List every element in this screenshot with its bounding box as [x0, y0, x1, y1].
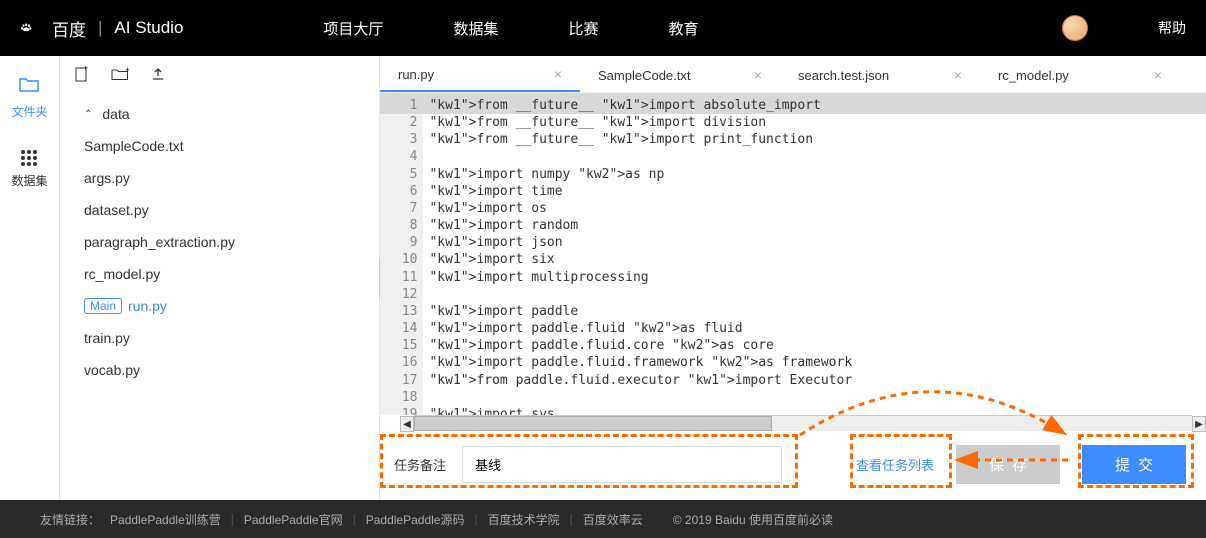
- nav-links: 项目大厅 数据集 比赛 教育: [323, 18, 698, 39]
- file-item-active[interactable]: Main run.py: [78, 290, 369, 322]
- file-item[interactable]: dataset.py: [78, 194, 369, 226]
- code-area[interactable]: 1 2 3 4 5 6 7 8 9 10 11 12 13 14 15 16 1…: [380, 93, 1206, 415]
- footer-link[interactable]: 百度技术学院: [488, 511, 560, 528]
- footer-link[interactable]: PaddlePaddle官网: [244, 511, 343, 528]
- footer-link[interactable]: PaddlePaddle源码: [366, 511, 465, 528]
- editor: ◀ run.py× SampleCode.txt× search.test.js…: [380, 56, 1206, 500]
- avatar[interactable]: [1062, 15, 1088, 41]
- file-item[interactable]: paragraph_extraction.py: [78, 226, 369, 258]
- rail-files-label: 文件夹: [11, 103, 47, 120]
- upload-icon[interactable]: [151, 67, 165, 85]
- file-item[interactable]: SampleCode.txt: [78, 130, 369, 162]
- footer: 友情链接： PaddlePaddle训练营| PaddlePaddle官网| P…: [0, 500, 1206, 538]
- nav-link-education[interactable]: 教育: [668, 18, 698, 39]
- brand-studio-text: AI Studio: [114, 18, 183, 38]
- new-folder-icon[interactable]: +: [111, 67, 129, 85]
- main-badge: Main: [84, 298, 122, 314]
- file-item[interactable]: vocab.py: [78, 354, 369, 386]
- close-icon[interactable]: ×: [754, 67, 762, 83]
- scroll-thumb[interactable]: [414, 416, 772, 431]
- close-icon[interactable]: ×: [1154, 67, 1162, 83]
- save-button[interactable]: 保存: [956, 445, 1060, 484]
- main-area: 文件夹 数据集 + + ⌃ data SampleCode.txt args: [0, 56, 1206, 500]
- close-icon[interactable]: ×: [554, 66, 562, 82]
- help-link[interactable]: 帮助: [1158, 18, 1186, 38]
- file-toolbar: + +: [60, 56, 379, 92]
- task-bar: 任务备注 查看任务列表 保存 提交: [380, 431, 1206, 500]
- tab-search-json[interactable]: search.test.json×: [780, 56, 980, 92]
- rail-datasets-label: 数据集: [11, 172, 47, 189]
- root-label: data: [102, 106, 129, 122]
- scroll-right-arrow[interactable]: ▶: [1192, 416, 1206, 432]
- scroll-left-arrow[interactable]: ◀: [400, 416, 414, 432]
- tab-samplecode[interactable]: SampleCode.txt×: [580, 56, 780, 92]
- file-tree: ⌃ data SampleCode.txt args.py dataset.py…: [60, 92, 379, 392]
- tab-run-py[interactable]: run.py×: [380, 56, 580, 92]
- rail-files[interactable]: 文件夹: [11, 76, 47, 120]
- footer-prefix: 友情链接：: [40, 511, 100, 528]
- chevron-down-icon: ⌃: [84, 109, 92, 120]
- folder-icon: [19, 76, 39, 97]
- view-tasks-link[interactable]: 查看任务列表: [856, 455, 934, 474]
- editor-tabs: run.py× SampleCode.txt× search.test.json…: [380, 56, 1206, 93]
- task-remark-label: 任务备注: [394, 455, 452, 474]
- file-panel: + + ⌃ data SampleCode.txt args.py datase…: [60, 56, 380, 500]
- top-nav: 百度 | AI Studio 项目大厅 数据集 比赛 教育 帮助: [0, 0, 1206, 56]
- grid-icon: [21, 150, 37, 166]
- code-body[interactable]: "kw1">from __future__ "kw1">import absol…: [423, 93, 1206, 415]
- brand[interactable]: 百度 | AI Studio: [20, 15, 183, 41]
- submit-button[interactable]: 提交: [1082, 445, 1186, 484]
- nav-link-datasets[interactable]: 数据集: [453, 18, 498, 39]
- new-file-icon[interactable]: +: [75, 66, 89, 86]
- footer-link[interactable]: PaddlePaddle训练营: [110, 511, 221, 528]
- rail-datasets[interactable]: 数据集: [11, 150, 47, 189]
- nav-link-projects[interactable]: 项目大厅: [323, 18, 383, 39]
- file-item[interactable]: args.py: [78, 162, 369, 194]
- baidu-logo-icon: [20, 15, 44, 41]
- brand-baidu-text: 百度: [52, 16, 86, 41]
- file-item[interactable]: train.py: [78, 322, 369, 354]
- nav-link-competitions[interactable]: 比赛: [568, 18, 598, 39]
- horizontal-scrollbar[interactable]: ◀ ▶: [414, 415, 1192, 431]
- svg-text:+: +: [83, 66, 88, 73]
- line-gutter: 1 2 3 4 5 6 7 8 9 10 11 12 13 14 15 16 1…: [380, 93, 423, 415]
- tab-rcmodel[interactable]: rc_model.py×: [980, 56, 1180, 92]
- brand-separator: |: [98, 18, 102, 38]
- tree-root[interactable]: ⌃ data: [78, 98, 369, 130]
- close-icon[interactable]: ×: [954, 67, 962, 83]
- task-remark-input[interactable]: [462, 446, 782, 483]
- left-rail: 文件夹 数据集: [0, 56, 60, 500]
- footer-copyright: © 2019 Baidu 使用百度前必读: [673, 511, 833, 528]
- svg-text:+: +: [125, 67, 129, 75]
- footer-link[interactable]: 百度效率云: [583, 511, 643, 528]
- file-item[interactable]: rc_model.py: [78, 258, 369, 290]
